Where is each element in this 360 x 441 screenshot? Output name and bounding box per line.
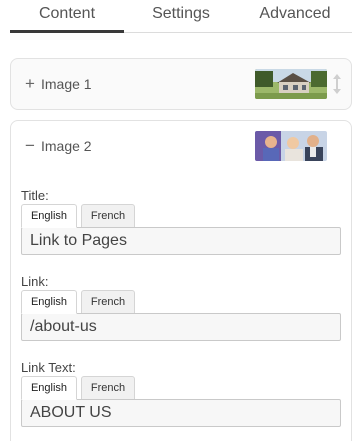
link-text-input[interactable]: ABOUT US [21,399,341,427]
image-2-thumbnail [255,131,327,161]
image-1-title: Image 1 [41,76,92,92]
link-french-tab[interactable]: French [81,290,135,314]
link-text-field: Link Text: English French ABOUT US [21,360,341,428]
link-field: Link: English French /about-us [21,274,341,342]
image-1-header[interactable]: + Image 1 [11,59,351,111]
title-english-tab[interactable]: English [21,204,77,228]
image-2-panel: − Image 2 Title: English French Link to … [10,120,352,441]
minus-icon[interactable]: − [23,137,37,155]
active-tab-indicator [10,30,124,33]
title-input[interactable]: Link to Pages [21,227,341,255]
link-english-tab[interactable]: English [21,290,77,314]
image-2-header[interactable]: − Image 2 [11,121,351,173]
tab-content[interactable]: Content [10,5,124,23]
link-text-english-tab[interactable]: English [21,376,77,400]
tab-bar: Content Settings Advanced [10,0,352,33]
image-1-panel: + Image 1 [10,58,352,110]
tab-settings[interactable]: Settings [124,5,238,23]
title-field: Title: English French Link to Pages [21,188,341,256]
link-text-french-tab[interactable]: French [81,376,135,400]
link-input[interactable]: /about-us [21,313,341,341]
tab-advanced[interactable]: Advanced [238,5,352,23]
image-2-title: Image 2 [41,138,92,154]
title-label: Title: [21,188,49,203]
plus-icon[interactable]: + [23,75,37,93]
link-label: Link: [21,274,49,289]
title-french-tab[interactable]: French [81,204,135,228]
drag-handle-icon[interactable] [331,73,343,95]
image-1-thumbnail [255,69,327,99]
link-text-label: Link Text: [21,360,76,375]
